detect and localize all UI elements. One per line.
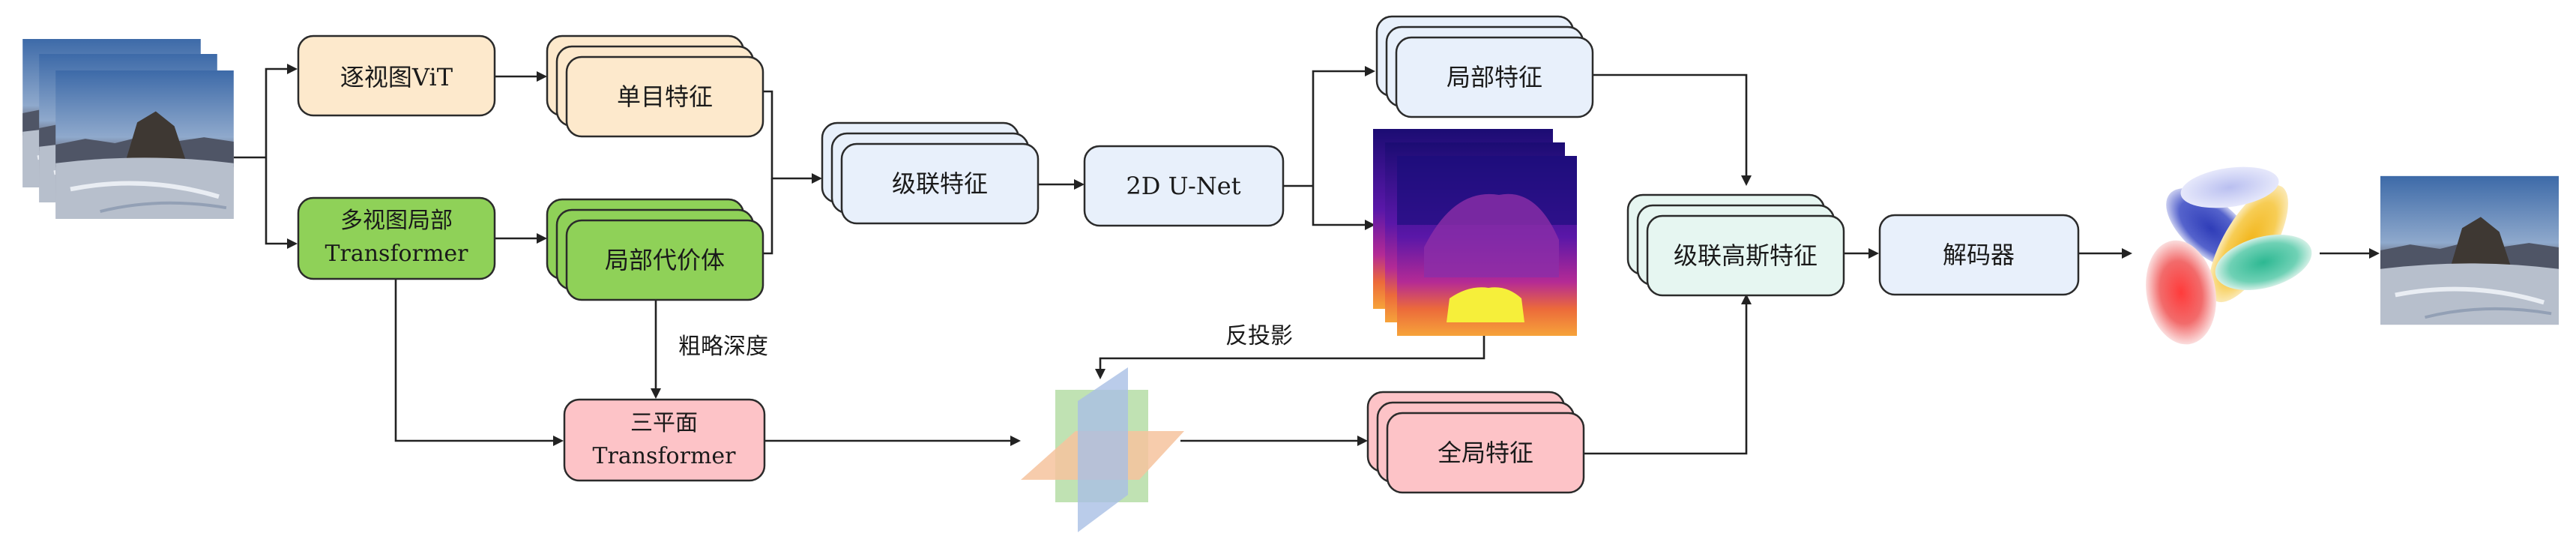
triplane-label: 三平面	[630, 410, 698, 436]
concat-gaussian-features-label: 级联高斯特征	[1674, 241, 1818, 270]
triplane-icon	[1021, 367, 1184, 532]
multi-view-transformer-label: Transformer	[325, 241, 468, 267]
architecture-diagram: 逐视图ViT 多视图局部 Transformer 单目特征 局部代价体 粗略深度…	[0, 0, 2576, 551]
gaussian-splats-icon	[2146, 166, 2312, 345]
concat-gaussian-features-stack: 级联高斯特征	[1626, 193, 1845, 297]
triplane-transformer-label: Transformer	[592, 443, 736, 469]
input-view-image	[55, 70, 234, 219]
depth-map-image	[1397, 156, 1577, 336]
output-rendered-image	[2380, 176, 2559, 325]
backproject-label: 反投影	[1225, 323, 1293, 349]
concat-features-stack: 级联特征	[821, 121, 1040, 225]
coarse-depth-label: 粗略深度	[678, 334, 768, 360]
triplane-transformer-block: 三平面 Transformer	[563, 398, 766, 482]
monocular-features-stack: 单目特征	[546, 34, 764, 138]
unet-block: 2D U-Net	[1083, 145, 1285, 227]
local-cost-volume-stack: 局部代价体	[546, 198, 764, 301]
monocular-features-label: 单目特征	[617, 82, 713, 111]
input-image-stack	[22, 39, 234, 219]
per-view-vit-label: 逐视图ViT	[340, 63, 453, 91]
local-features-stack: 局部特征	[1375, 15, 1594, 118]
depth-map-stack	[1373, 129, 1577, 336]
decoder-block: 解码器	[1878, 214, 2080, 296]
multi-view-local-transformer-block: 多视图局部 Transformer	[297, 196, 496, 280]
global-features-label: 全局特征	[1438, 439, 1533, 467]
unet-label: 2D U-Net	[1126, 172, 1240, 200]
decoder-label: 解码器	[1943, 241, 2015, 269]
multi-view-local-label: 多视图局部	[340, 208, 453, 234]
per-view-vit-block: 逐视图ViT	[297, 34, 496, 117]
local-cost-volume-label: 局部代价体	[605, 246, 725, 274]
global-features-stack: 全局特征	[1366, 391, 1585, 494]
local-features-label: 局部特征	[1447, 63, 1542, 91]
concat-features-label: 级联特征	[892, 169, 988, 198]
